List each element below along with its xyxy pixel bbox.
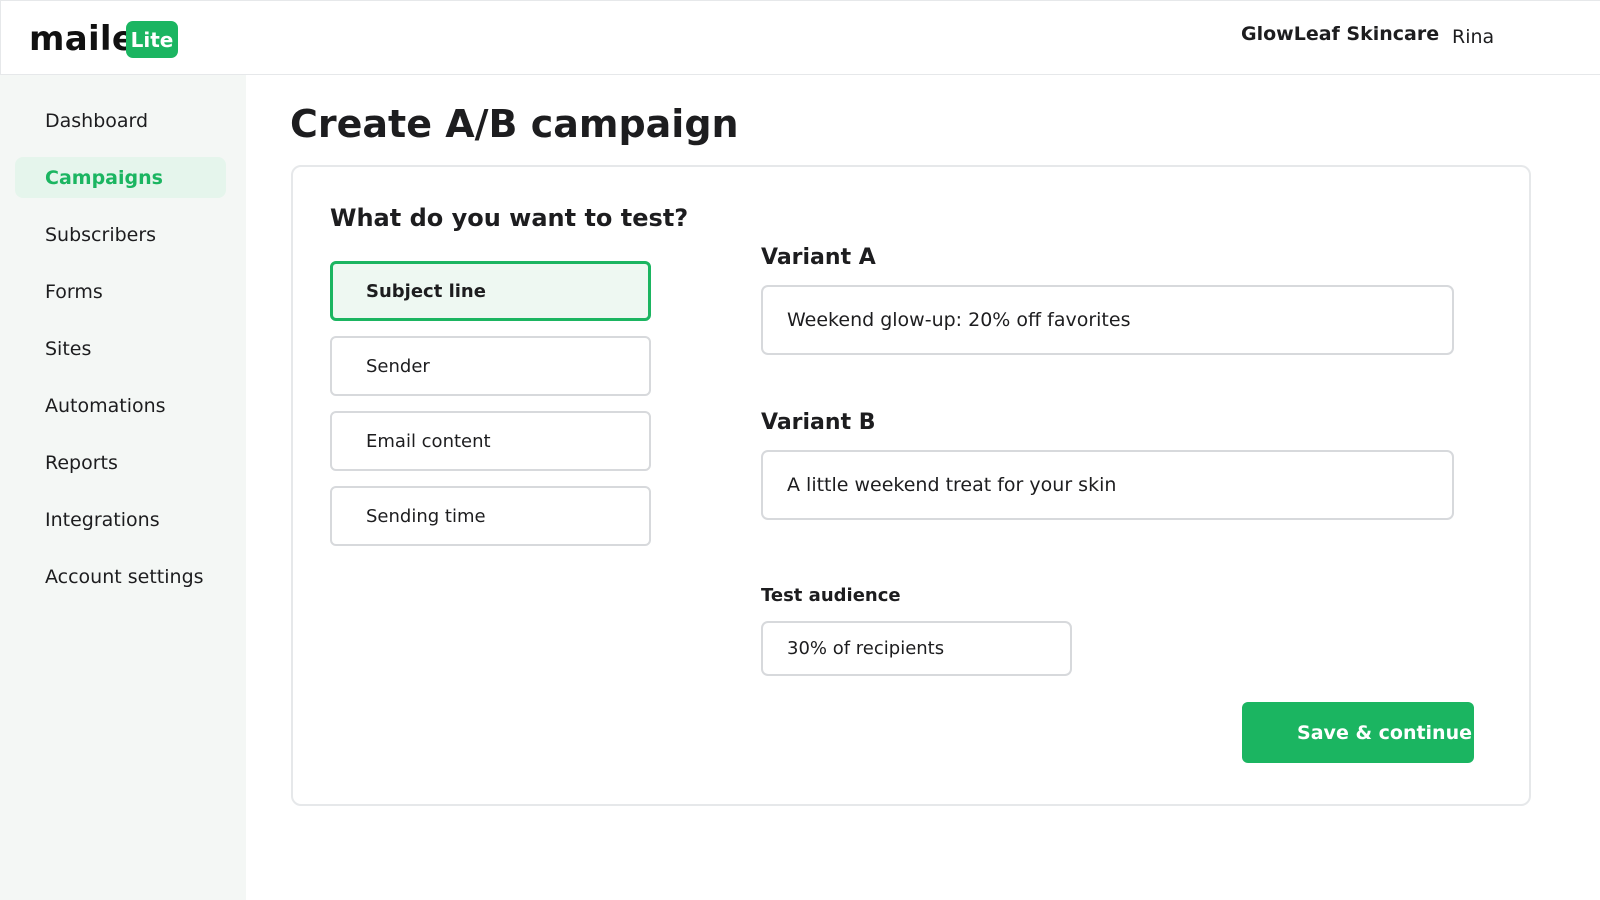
sidebar-item-forms[interactable]: Forms: [15, 271, 226, 312]
test-option-sender[interactable]: Sender: [330, 336, 651, 396]
sidebar-item-sites[interactable]: Sites: [15, 328, 226, 369]
test-option-email-content[interactable]: Email content: [330, 411, 651, 471]
test-option-sending-time[interactable]: Sending time: [330, 486, 651, 546]
variant-b-label: Variant B: [761, 410, 876, 435]
test-audience-label: Test audience: [761, 585, 901, 606]
test-audience-select[interactable]: 30% of recipients: [761, 621, 1072, 676]
sidebar: Dashboard Campaigns Subscribers Forms Si…: [0, 75, 246, 900]
user-name[interactable]: Rina: [1452, 26, 1494, 48]
sidebar-item-account-settings[interactable]: Account settings: [15, 556, 226, 597]
test-question-heading: What do you want to test?: [330, 204, 689, 232]
variant-a-label: Variant A: [761, 245, 876, 270]
sidebar-item-reports[interactable]: Reports: [15, 442, 226, 483]
page-title: Create A/B campaign: [290, 102, 739, 146]
sidebar-item-automations[interactable]: Automations: [15, 385, 226, 426]
sidebar-item-subscribers[interactable]: Subscribers: [15, 214, 226, 255]
logo-badge: Lite: [126, 21, 178, 58]
workspace-name[interactable]: GlowLeaf Skincare: [1241, 23, 1439, 45]
top-bar: maile Lite GlowLeaf Skincare Rina: [0, 0, 1600, 75]
sidebar-item-integrations[interactable]: Integrations: [15, 499, 226, 540]
save-continue-button[interactable]: Save & continue: [1242, 702, 1474, 763]
variant-b-input[interactable]: [761, 450, 1454, 520]
logo-wordmark: maile: [29, 19, 136, 59]
logo[interactable]: maile Lite: [29, 19, 178, 59]
variant-a-input[interactable]: [761, 285, 1454, 355]
test-option-subject-line[interactable]: Subject line: [330, 261, 651, 321]
sidebar-item-dashboard[interactable]: Dashboard: [15, 100, 226, 141]
sidebar-item-campaigns[interactable]: Campaigns: [15, 157, 226, 198]
